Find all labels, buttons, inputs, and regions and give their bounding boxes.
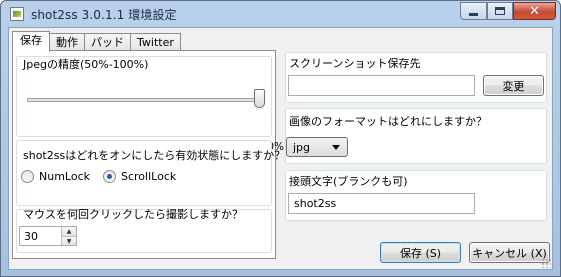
jpeg-quality-slider-track[interactable] bbox=[27, 98, 259, 102]
settings-window: shot2ss 3.0.1.1 環境設定 ✕ 保存 動作 パッド Twitter… bbox=[0, 0, 561, 277]
minimize-icon bbox=[469, 12, 478, 16]
maximize-button[interactable] bbox=[487, 2, 513, 20]
minimize-button[interactable] bbox=[460, 2, 487, 20]
prefix-input[interactable]: shot2ss bbox=[288, 193, 475, 214]
window-title: shot2ss 3.0.1.1 環境設定 bbox=[31, 8, 177, 22]
spin-up-button[interactable]: ▲ bbox=[61, 227, 76, 236]
prefix-label: 接頭文字(ブランクも可) bbox=[289, 175, 408, 188]
chevron-down-icon: ▼ bbox=[66, 237, 72, 245]
tab-pad[interactable]: パッド bbox=[84, 33, 131, 51]
chevron-up-icon: ▲ bbox=[66, 228, 72, 235]
save-location-label: スクリーンショット保存先 bbox=[289, 57, 421, 70]
tab-action[interactable]: 動作 bbox=[49, 33, 85, 51]
jpeg-quality-slider-thumb[interactable] bbox=[254, 89, 265, 108]
image-format-value: jpg bbox=[293, 141, 311, 154]
resize-grip[interactable] bbox=[541, 258, 551, 268]
image-format-label: 画像のフォーマットはどれにしますか？ bbox=[289, 115, 487, 128]
close-button[interactable]: ✕ bbox=[513, 2, 556, 20]
title-bar[interactable]: shot2ss 3.0.1.1 環境設定 ✕ bbox=[1, 1, 560, 27]
change-folder-button[interactable]: 変更 bbox=[483, 75, 544, 96]
maximize-icon bbox=[495, 7, 505, 15]
numlock-label: NumLock bbox=[39, 170, 90, 183]
cancel-button[interactable]: キャンセル (X) bbox=[469, 242, 550, 263]
tab-twitter[interactable]: Twitter bbox=[130, 33, 181, 51]
jpeg-quality-label: Jpegの精度(50%-100%) bbox=[23, 58, 149, 71]
numlock-radio[interactable] bbox=[21, 170, 34, 183]
dialog-client-area: 保存 動作 パッド Twitter Jpegの精度(50%-100%) 50%6… bbox=[8, 27, 553, 270]
tab-save[interactable]: 保存 bbox=[12, 31, 50, 52]
save-button[interactable]: 保存 (S) bbox=[380, 242, 461, 263]
image-format-dropdown[interactable]: jpg bbox=[286, 137, 348, 157]
click-count-spinner[interactable]: 30 ▲ ▼ bbox=[19, 226, 77, 246]
toggle-key-label: shot2ssはどれをオンにしたら有効状態にしますか？ bbox=[23, 149, 286, 162]
scrolllock-radio[interactable] bbox=[103, 170, 116, 183]
click-count-label: マウスを何回クリックしたら撮影しますか？ bbox=[23, 208, 243, 221]
spin-buttons: ▲ ▼ bbox=[61, 227, 76, 245]
click-count-value[interactable]: 30 bbox=[24, 230, 38, 243]
spin-down-button[interactable]: ▼ bbox=[61, 236, 76, 245]
numlock-option[interactable]: NumLock bbox=[21, 170, 90, 183]
close-icon: ✕ bbox=[529, 3, 540, 19]
save-location-input[interactable] bbox=[288, 75, 475, 96]
scrolllock-label: ScrollLock bbox=[121, 170, 177, 183]
chevron-down-icon bbox=[332, 145, 340, 150]
scrolllock-option[interactable]: ScrollLock bbox=[103, 170, 176, 183]
tab-strip: 保存 動作 パッド Twitter bbox=[12, 31, 181, 52]
app-icon bbox=[10, 7, 24, 21]
